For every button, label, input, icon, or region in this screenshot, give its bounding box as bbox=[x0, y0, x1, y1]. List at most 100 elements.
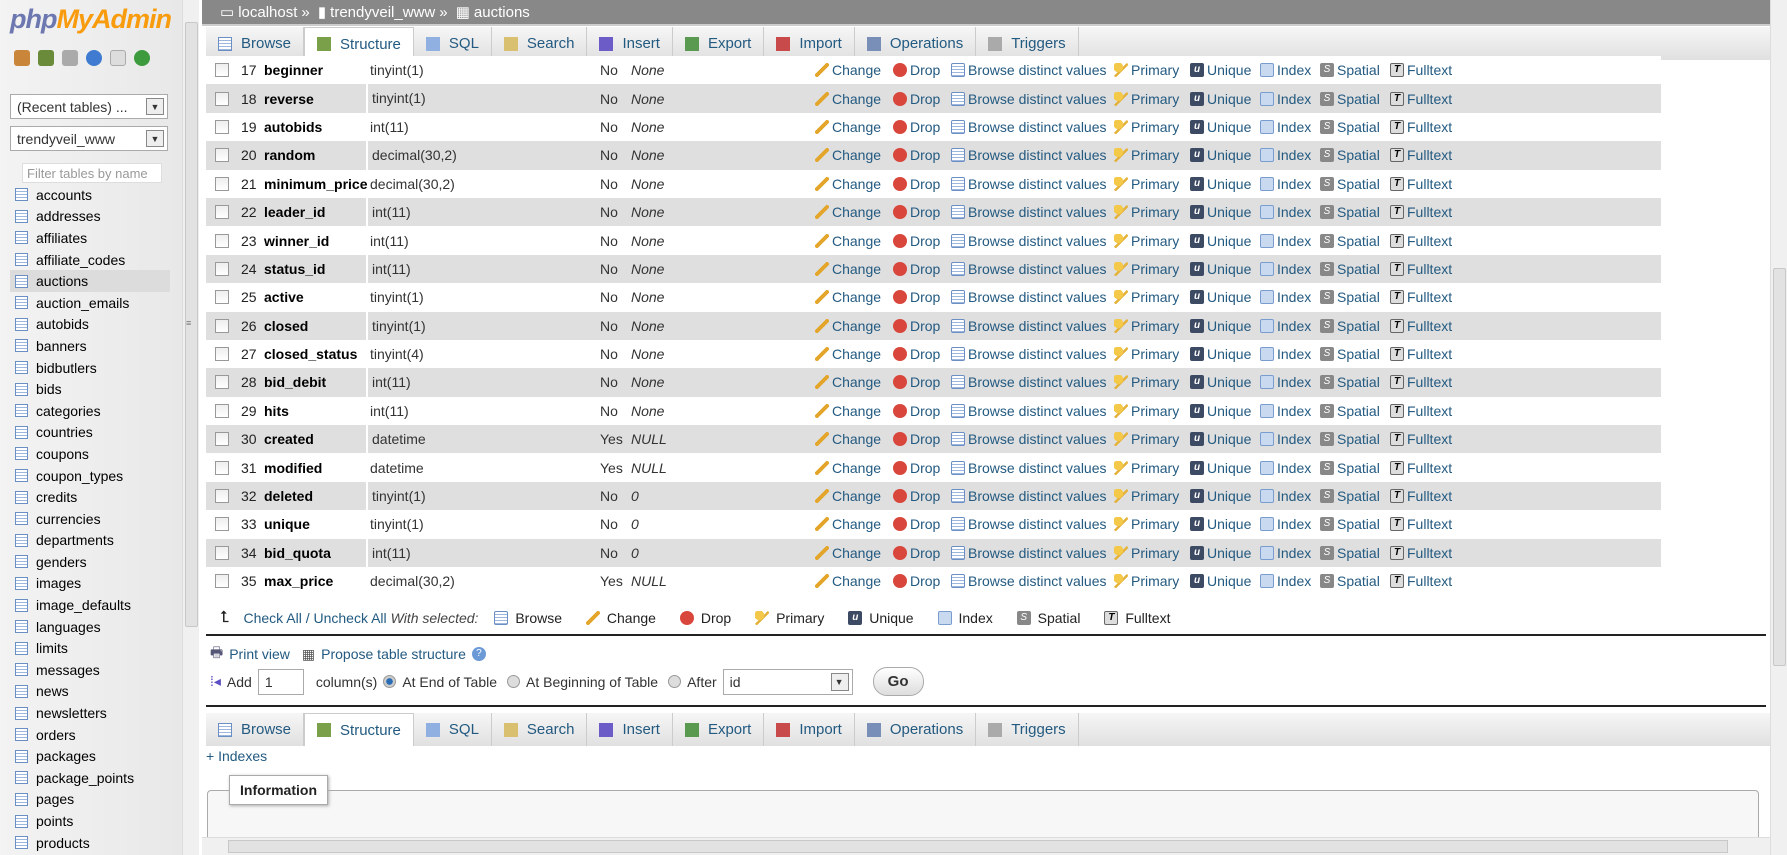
table-icon[interactable] bbox=[15, 361, 28, 375]
action-unique[interactable]: u Unique bbox=[1190, 204, 1251, 220]
action-browse-distinct[interactable]: Browse distinct values bbox=[951, 233, 1107, 249]
action-index[interactable]: Index bbox=[1260, 233, 1311, 249]
action-browse-distinct[interactable]: Browse distinct values bbox=[951, 403, 1107, 419]
action-change[interactable]: Change bbox=[815, 91, 881, 107]
logout-icon[interactable] bbox=[38, 50, 54, 66]
table-icon[interactable] bbox=[15, 404, 28, 418]
action-drop[interactable]: Drop bbox=[893, 403, 940, 419]
action-spatial[interactable]: S Spatial bbox=[1320, 119, 1380, 135]
action-change[interactable]: Change bbox=[815, 318, 881, 334]
tab-import[interactable]: Import bbox=[764, 713, 855, 746]
table-icon[interactable] bbox=[15, 382, 28, 396]
sidebar-table-messages[interactable]: messages bbox=[10, 659, 170, 681]
action-change[interactable]: Change bbox=[815, 289, 881, 305]
table-icon[interactable] bbox=[15, 684, 28, 698]
bulk-unique-button[interactable]: u Unique bbox=[848, 610, 914, 626]
sidebar-table-newsletters[interactable]: newsletters bbox=[10, 702, 170, 724]
action-unique[interactable]: u Unique bbox=[1190, 431, 1251, 447]
sidebar-table-categories[interactable]: categories bbox=[10, 400, 170, 422]
action-spatial[interactable]: S Spatial bbox=[1320, 403, 1380, 419]
action-browse-distinct[interactable]: Browse distinct values bbox=[951, 488, 1107, 504]
row-checkbox[interactable] bbox=[215, 119, 229, 134]
sidebar-table-banners[interactable]: banners bbox=[10, 335, 170, 357]
action-index[interactable]: Index bbox=[1260, 460, 1311, 476]
table-icon[interactable] bbox=[15, 512, 28, 526]
action-browse-distinct[interactable]: Browse distinct values bbox=[951, 431, 1107, 447]
action-change[interactable]: Change bbox=[815, 403, 881, 419]
action-browse-distinct[interactable]: Browse distinct values bbox=[951, 62, 1107, 78]
after-radio[interactable] bbox=[668, 675, 682, 688]
action-browse-distinct[interactable]: Browse distinct values bbox=[951, 573, 1107, 589]
table-icon[interactable] bbox=[15, 555, 28, 569]
sidebar-table-coupon_types[interactable]: coupon_types bbox=[10, 465, 170, 487]
action-drop[interactable]: Drop bbox=[893, 91, 940, 107]
action-drop[interactable]: Drop bbox=[893, 261, 940, 277]
action-fulltext[interactable]: T Fulltext bbox=[1390, 545, 1452, 561]
breadcrumb-table[interactable]: auctions bbox=[474, 4, 530, 21]
action-change[interactable]: Change bbox=[815, 233, 881, 249]
sidebar-table-currencies[interactable]: currencies bbox=[10, 508, 170, 530]
action-index[interactable]: Index bbox=[1260, 346, 1311, 362]
propose-structure-link[interactable]: Propose table structure bbox=[321, 646, 466, 662]
row-checkbox[interactable] bbox=[215, 517, 229, 532]
action-index[interactable]: Index bbox=[1260, 176, 1311, 192]
row-checkbox[interactable] bbox=[215, 347, 229, 362]
action-spatial[interactable]: S Spatial bbox=[1320, 62, 1380, 78]
breadcrumb-database[interactable]: trendyveil_www bbox=[330, 4, 435, 21]
action-index[interactable]: Index bbox=[1260, 147, 1311, 163]
action-change[interactable]: Change bbox=[815, 147, 881, 163]
action-index[interactable]: Index bbox=[1260, 204, 1311, 220]
documentation-icon[interactable] bbox=[110, 50, 126, 66]
sidebar-table-package_points[interactable]: package_points bbox=[10, 767, 170, 789]
action-browse-distinct[interactable]: Browse distinct values bbox=[951, 374, 1107, 390]
action-change[interactable]: Change bbox=[815, 431, 881, 447]
resize-handle[interactable]: ≡ bbox=[186, 318, 191, 328]
action-fulltext[interactable]: T Fulltext bbox=[1390, 403, 1452, 419]
action-spatial[interactable]: S Spatial bbox=[1320, 431, 1380, 447]
table-icon[interactable] bbox=[15, 728, 28, 742]
action-change[interactable]: Change bbox=[815, 176, 881, 192]
tab-structure[interactable]: Structure bbox=[304, 713, 414, 746]
action-unique[interactable]: u Unique bbox=[1190, 176, 1251, 192]
sidebar-table-genders[interactable]: genders bbox=[10, 551, 170, 573]
action-index[interactable]: Index bbox=[1260, 119, 1311, 135]
row-checkbox[interactable] bbox=[215, 148, 229, 163]
action-primary[interactable]: Primary bbox=[1114, 261, 1179, 277]
action-browse-distinct[interactable]: Browse distinct values bbox=[951, 261, 1107, 277]
action-drop[interactable]: Drop bbox=[893, 62, 940, 78]
action-drop[interactable]: Drop bbox=[893, 374, 940, 390]
action-drop[interactable]: Drop bbox=[893, 573, 940, 589]
action-change[interactable]: Change bbox=[815, 460, 881, 476]
table-icon[interactable] bbox=[15, 706, 28, 720]
action-spatial[interactable]: S Spatial bbox=[1320, 261, 1380, 277]
action-change[interactable]: Change bbox=[815, 204, 881, 220]
action-primary[interactable]: Primary bbox=[1114, 403, 1179, 419]
action-index[interactable]: Index bbox=[1260, 318, 1311, 334]
table-icon[interactable] bbox=[15, 814, 28, 828]
action-spatial[interactable]: S Spatial bbox=[1320, 460, 1380, 476]
action-change[interactable]: Change bbox=[815, 488, 881, 504]
action-drop[interactable]: Drop bbox=[893, 545, 940, 561]
action-change[interactable]: Change bbox=[815, 374, 881, 390]
bulk-fulltext-button[interactable]: T Fulltext bbox=[1104, 610, 1170, 626]
action-unique[interactable]: u Unique bbox=[1190, 460, 1251, 476]
action-browse-distinct[interactable]: Browse distinct values bbox=[951, 346, 1107, 362]
action-unique[interactable]: u Unique bbox=[1190, 488, 1251, 504]
action-drop[interactable]: Drop bbox=[893, 318, 940, 334]
action-fulltext[interactable]: T Fulltext bbox=[1390, 147, 1452, 163]
action-fulltext[interactable]: T Fulltext bbox=[1390, 62, 1452, 78]
action-fulltext[interactable]: T Fulltext bbox=[1390, 460, 1452, 476]
action-fulltext[interactable]: T Fulltext bbox=[1390, 346, 1452, 362]
action-fulltext[interactable]: T Fulltext bbox=[1390, 488, 1452, 504]
tab-search[interactable]: Search bbox=[492, 713, 588, 746]
action-fulltext[interactable]: T Fulltext bbox=[1390, 516, 1452, 532]
table-icon[interactable] bbox=[15, 749, 28, 763]
row-checkbox[interactable] bbox=[215, 489, 229, 504]
action-browse-distinct[interactable]: Browse distinct values bbox=[951, 176, 1107, 192]
action-change[interactable]: Change bbox=[815, 516, 881, 532]
action-unique[interactable]: u Unique bbox=[1190, 374, 1251, 390]
action-spatial[interactable]: S Spatial bbox=[1320, 204, 1380, 220]
action-fulltext[interactable]: T Fulltext bbox=[1390, 233, 1452, 249]
action-primary[interactable]: Primary bbox=[1114, 119, 1179, 135]
printview-link[interactable]: Print view bbox=[229, 646, 290, 662]
